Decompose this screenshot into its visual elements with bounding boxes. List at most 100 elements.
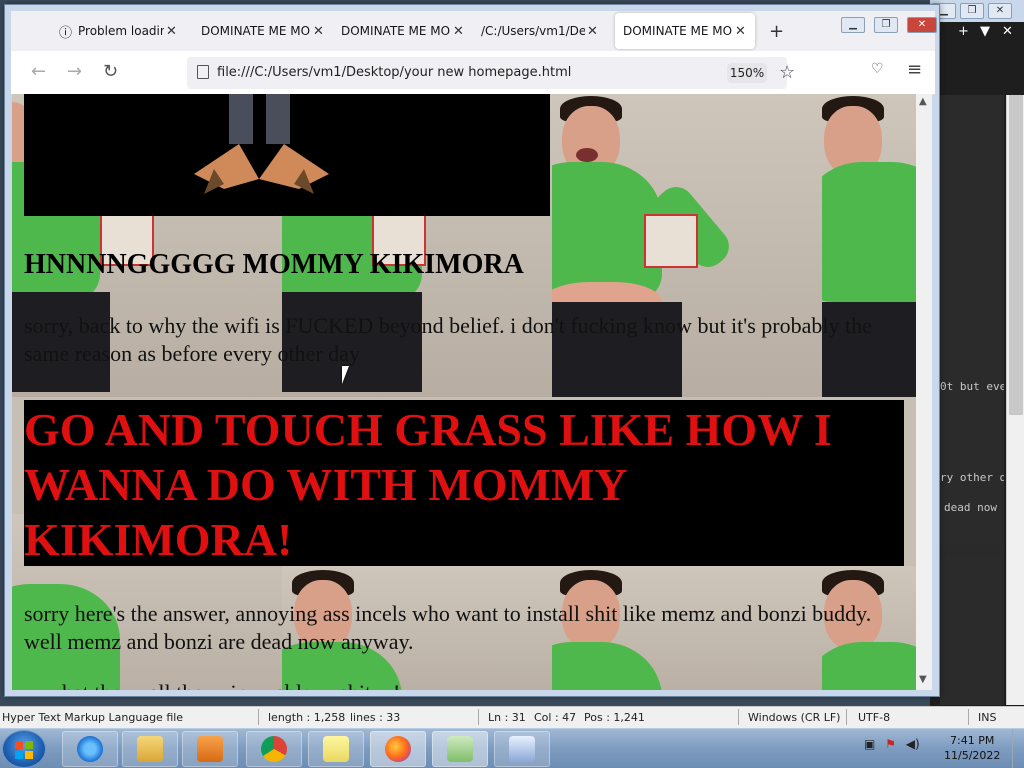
- plus-icon[interactable]: +: [958, 24, 969, 39]
- tab-dominate-1[interactable]: DOMINATE ME MOMMY ✕: [193, 13, 331, 49]
- media-player-icon: [197, 736, 223, 762]
- close-icon[interactable]: ✕: [1002, 24, 1013, 39]
- forward-icon[interactable]: →: [67, 61, 82, 82]
- url-text[interactable]: file:///C:/Users/vm1/Desktop/your new ho…: [217, 65, 571, 80]
- status-lines: lines : 33: [350, 711, 401, 724]
- status-separator: [846, 709, 847, 725]
- taskbar-media-player[interactable]: [182, 731, 238, 767]
- url-bar[interactable]: file:///C:/Users/vm1/Desktop/your new ho…: [187, 57, 795, 89]
- status-mode: INS: [978, 711, 997, 724]
- reload-icon[interactable]: ↻: [103, 61, 118, 82]
- taskbar-internet-explorer[interactable]: [62, 731, 118, 767]
- editor-toolbar: + ▼ ✕: [930, 22, 1024, 42]
- photo-shirt: [822, 162, 916, 302]
- close-tab-icon[interactable]: ✕: [166, 24, 177, 39]
- virtual-machine-icon: [509, 736, 535, 762]
- back-icon[interactable]: ←: [31, 61, 46, 82]
- editor-line: 0t but eve: [940, 380, 1004, 393]
- taskbar-chrome[interactable]: [246, 731, 302, 767]
- tab-dominate-active[interactable]: DOMINATE ME MOMMY ✕: [615, 13, 755, 49]
- folder-icon: [137, 736, 163, 762]
- mouse-cursor: [342, 366, 349, 384]
- photo-mouth: [576, 148, 598, 162]
- windows-taskbar: ▣ ⚑ ◀) 7:41 PM 11/5/2022: [0, 728, 1024, 768]
- status-filetype: Hyper Text Markup Language file: [2, 711, 184, 724]
- red-banner-text: GO AND TOUCH GRASS LIKE HOW I WANNA DO W…: [24, 404, 832, 565]
- taskbar-notepad-plus-plus[interactable]: [432, 731, 488, 767]
- status-length: length : 1,258: [268, 711, 346, 724]
- background-editor-window[interactable]: ▁ ❐ ✕ + ▼ ✕ 0t but eve ry other d dead n…: [930, 0, 1024, 708]
- minimize-button[interactable]: ▁: [841, 17, 865, 33]
- status-col: Col : 47: [534, 711, 577, 724]
- editor-line: ry other d: [940, 471, 1004, 484]
- start-button[interactable]: [2, 730, 46, 768]
- tab-dominate-2[interactable]: DOMINATE ME MOMMY ✕: [333, 13, 471, 49]
- zoom-level-button[interactable]: 150%: [727, 63, 767, 83]
- scroll-up-icon[interactable]: ▲: [919, 96, 927, 107]
- paragraph-1: sorry, back to why the wifi is FUCKED be…: [24, 313, 872, 366]
- maximize-button[interactable]: ❐: [874, 17, 898, 33]
- file-icon: [197, 65, 209, 79]
- bookmark-star-icon[interactable]: ☆: [779, 62, 795, 83]
- page-heading: HNNNNGGGGG MOMMY KIKIMORA: [24, 249, 524, 280]
- navigation-bar: ← → ↻ file:///C:/Users/vm1/Desktop/your …: [11, 51, 935, 95]
- close-tab-icon[interactable]: ✕: [313, 24, 324, 39]
- editor-scrollbar[interactable]: [1006, 95, 1024, 705]
- status-encoding: UTF-8: [858, 711, 891, 724]
- close-tab-icon[interactable]: ✕: [453, 24, 464, 39]
- cartoon-legs: [194, 94, 329, 194]
- status-separator: [258, 709, 259, 725]
- close-tab-icon[interactable]: ✕: [587, 24, 598, 39]
- status-separator: [478, 709, 479, 725]
- tab-label: /C:/Users/vm1/Desk: [481, 24, 585, 38]
- web-page-content: HNNNNGGGGG MOMMY KIKIMORA sorry, back to…: [12, 94, 916, 690]
- system-clock[interactable]: 7:41 PM 11/5/2022: [944, 733, 1000, 763]
- chrome-icon: [261, 736, 287, 762]
- volume-icon[interactable]: ◀): [906, 737, 920, 751]
- system-tray: ▣ ⚑ ◀): [864, 737, 920, 751]
- tab-label: DOMINATE ME MOMMY: [341, 24, 451, 38]
- close-window-button[interactable]: ✕: [907, 17, 937, 33]
- scroll-down-icon[interactable]: ▼: [919, 674, 927, 685]
- editor-status-bar: Hyper Text Markup Language file length :…: [0, 706, 1024, 728]
- network-icon[interactable]: ▣: [864, 737, 875, 751]
- clock-date: 11/5/2022: [944, 749, 1001, 762]
- restore-button[interactable]: ❐: [960, 3, 984, 19]
- sticky-notes-icon: [323, 736, 349, 762]
- tab-strip: ⓘ Problem loading ✕ DOMINATE ME MOMMY ✕ …: [11, 11, 937, 51]
- tab-label: DOMINATE ME MOMMY: [201, 24, 311, 38]
- taskbar-sticky-notes[interactable]: [308, 731, 364, 767]
- close-tab-icon[interactable]: ✕: [735, 24, 746, 39]
- editor-titlebar[interactable]: ▁ ❐ ✕: [930, 0, 1024, 22]
- internet-explorer-icon: [77, 736, 103, 762]
- tab-label: DOMINATE ME MOMMY: [623, 24, 733, 38]
- windows-logo-icon: [15, 741, 33, 759]
- close-button[interactable]: ✕: [988, 3, 1012, 19]
- status-eol: Windows (CR LF): [748, 711, 841, 724]
- firefox-icon: [385, 736, 411, 762]
- info-icon: ⓘ: [59, 25, 73, 41]
- action-center-icon[interactable]: ⚑: [885, 737, 896, 751]
- scrollbar-thumb[interactable]: [1009, 95, 1023, 415]
- notepad-plus-plus-icon: [447, 736, 473, 762]
- clock-time: 7:41 PM: [950, 734, 995, 747]
- status-line: Ln : 31: [488, 711, 526, 724]
- editor-selection-bar: [940, 545, 1004, 557]
- new-tab-button[interactable]: +: [769, 21, 784, 42]
- hamburger-menu-icon[interactable]: ≡: [907, 59, 922, 80]
- desktop: ▁ ❐ ✕ + ▼ ✕ 0t but eve ry other d dead n…: [0, 0, 1024, 768]
- page-scrollbar[interactable]: ▲ ▼: [916, 94, 932, 690]
- taskbar-virtual-machine[interactable]: [494, 731, 550, 767]
- taskbar-firefox[interactable]: [370, 731, 426, 767]
- taskbar-file-explorer[interactable]: [122, 731, 178, 767]
- status-pos: Pos : 1,241: [584, 711, 645, 724]
- paragraph-2: sorry here's the answer, annoying ass in…: [24, 601, 872, 654]
- pocket-icon[interactable]: ♡: [871, 61, 884, 77]
- photo-box: [644, 214, 698, 268]
- cartoon-image: [24, 94, 550, 216]
- dropdown-icon[interactable]: ▼: [980, 24, 990, 39]
- tab-problem-loading[interactable]: ⓘ Problem loading ✕: [51, 13, 187, 49]
- editor-text-area[interactable]: 0t but eve ry other d dead now: [940, 95, 1004, 705]
- tab-local-file[interactable]: /C:/Users/vm1/Desk ✕: [473, 13, 611, 49]
- show-desktop-button[interactable]: [1012, 729, 1024, 768]
